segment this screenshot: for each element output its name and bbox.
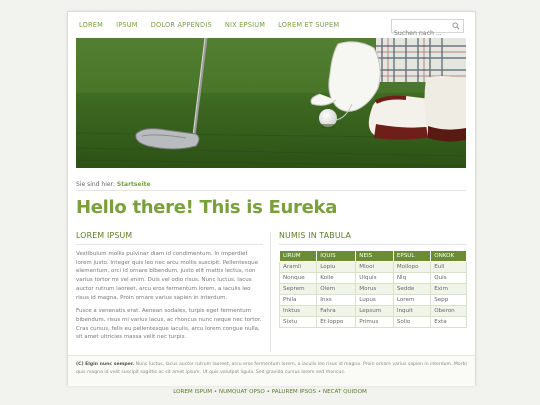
table-cell: Phila: [278, 294, 318, 306]
table-row: Phila Inxs Lupus Lorem Sepp: [278, 294, 467, 306]
table-header-row: LIRUM IQUIS NEIS EPSUL ONKOK: [278, 250, 467, 262]
table-cell: Olem: [316, 283, 357, 295]
section-heading-numis-in-tabula: NUMIS IN TABULA: [279, 231, 352, 240]
table-cell: Oberon: [430, 305, 467, 317]
footer-lead: (C) Elgin nunc semper.: [76, 362, 135, 367]
table-cell: Solio: [392, 316, 432, 328]
page-title: Hello there! This is Eureka: [76, 197, 338, 218]
table-row: Aramli Lopiu Mlooi Mollopo Eull: [278, 261, 467, 273]
footer-body: Nunc luctus, lacus auctor rutrum laoreet…: [76, 362, 467, 375]
table-header-cell: IQUIS: [316, 250, 357, 262]
table-row: Sixtu Et loppo Primus Solio Exta: [278, 316, 467, 328]
data-table: LIRUM IQUIS NEIS EPSUL ONKOK Aramli Lopi…: [278, 250, 467, 328]
table-cell: Mollopo: [392, 261, 432, 273]
table-cell: Primus: [355, 316, 394, 328]
nav-item-nix-epsium[interactable]: NIX EPSIUM: [225, 21, 265, 29]
hero-image: [76, 38, 466, 168]
table-header-cell: NEIS: [355, 250, 394, 262]
footer: (C) Elgin nunc semper. Nunc luctus, lacu…: [68, 355, 475, 386]
table-cell: Sixtu: [278, 316, 318, 328]
paragraph: Fusce a venenatis erat. Aenean sodales, …: [76, 308, 262, 341]
table-cell: Exta: [430, 316, 467, 328]
bottom-nav-separator: •: [266, 389, 270, 395]
table-row: Seprem Olem Morus Sedde Exim: [278, 283, 467, 295]
content-right: NUMIS IN TABULA LIRUM IQUIS NEIS EPSUL O…: [278, 231, 467, 328]
breadcrumb-link-home[interactable]: Startseite: [117, 181, 151, 188]
bottom-nav-item-palurem-ipsos[interactable]: PALUREM IPSOS: [272, 389, 316, 395]
main-nav: LOREM IPSUM DOLOR APPENDIS NIX EPSIUM LO…: [79, 21, 352, 29]
section-heading-lorem-ipsum: LOREM IPSUM: [76, 231, 133, 240]
breadcrumb-prefix: Sie sind hier:: [76, 181, 115, 188]
table-cell: Seprem: [278, 283, 318, 295]
table-cell: Inxs: [316, 294, 357, 306]
table-cell: Nonque: [278, 272, 318, 284]
table-cell: Fahra: [316, 305, 357, 317]
divider: [76, 190, 466, 191]
table-cell: Quis: [430, 272, 467, 284]
table-cell: Mlooi: [355, 261, 394, 273]
table-cell: Sepp: [430, 294, 467, 306]
table-cell: Lopiu: [316, 261, 357, 273]
table-header-cell: ONKOK: [430, 250, 467, 262]
nav-item-ipsum[interactable]: IPSUM: [116, 21, 138, 29]
column-divider: [270, 232, 271, 352]
paragraph: Vestibulum mollis pulvinar diam id condi…: [76, 251, 258, 301]
table-cell: Eull: [430, 261, 467, 273]
table-row: Nonque Kolle Ulquis Nlq Quis: [278, 272, 467, 284]
bottom-nav-item-numquat-opso[interactable]: NUMQUAT OPSO: [219, 389, 265, 395]
table-cell: Aramli: [278, 261, 318, 273]
table-cell: Inquit: [392, 305, 432, 317]
table-cell: Lorem: [392, 294, 432, 306]
table-header-cell: EPSUL: [392, 250, 432, 262]
content-left: LOREM IPSUM Vestibulum mollis pulvinar d…: [76, 231, 263, 347]
bottom-nav-item-necat-quidom[interactable]: NECAT QUIDOM: [323, 389, 367, 395]
footer-text: (C) Elgin nunc semper. Nunc luctus, lacu…: [76, 361, 468, 377]
table-cell: Sedde: [392, 283, 432, 295]
nav-item-lorem-et-supem[interactable]: LOREM ET SUPEM: [278, 21, 339, 29]
breadcrumb: Sie sind hier: Startseite: [76, 181, 151, 188]
divider: [279, 244, 467, 245]
nav-item-dolor-appendis[interactable]: DOLOR APPENDIS: [151, 21, 212, 29]
table-cell: Exim: [430, 283, 467, 295]
bottom-nav: LOREM ISPUM • NUMQUAT OPSO • PALUREM IPS…: [0, 389, 540, 395]
table-cell: Inktus: [278, 305, 318, 317]
divider: [76, 244, 263, 245]
table-row: Inktus Fahra Lepsum Inquit Oberon: [278, 305, 467, 317]
page-container: LOREM IPSUM DOLOR APPENDIS NIX EPSIUM LO…: [67, 11, 476, 386]
table-cell: Lupus: [355, 294, 394, 306]
nav-item-lorem[interactable]: LOREM: [79, 21, 103, 29]
table-cell: Nlq: [392, 272, 432, 284]
table-cell: Lepsum: [355, 305, 394, 317]
table-header-cell: LIRUM: [278, 250, 318, 262]
table-cell: Ulquis: [355, 272, 394, 284]
table-cell: Et loppo: [316, 316, 357, 328]
table-cell: Kolle: [316, 272, 357, 284]
table-cell: Morus: [355, 283, 394, 295]
search-icon[interactable]: [452, 22, 460, 30]
bottom-nav-item-lorem-ispum[interactable]: LOREM ISPUM: [173, 389, 212, 395]
bottom-nav-separator: •: [317, 389, 322, 395]
bottom-nav-separator: •: [213, 389, 218, 395]
search-box: [391, 19, 464, 40]
